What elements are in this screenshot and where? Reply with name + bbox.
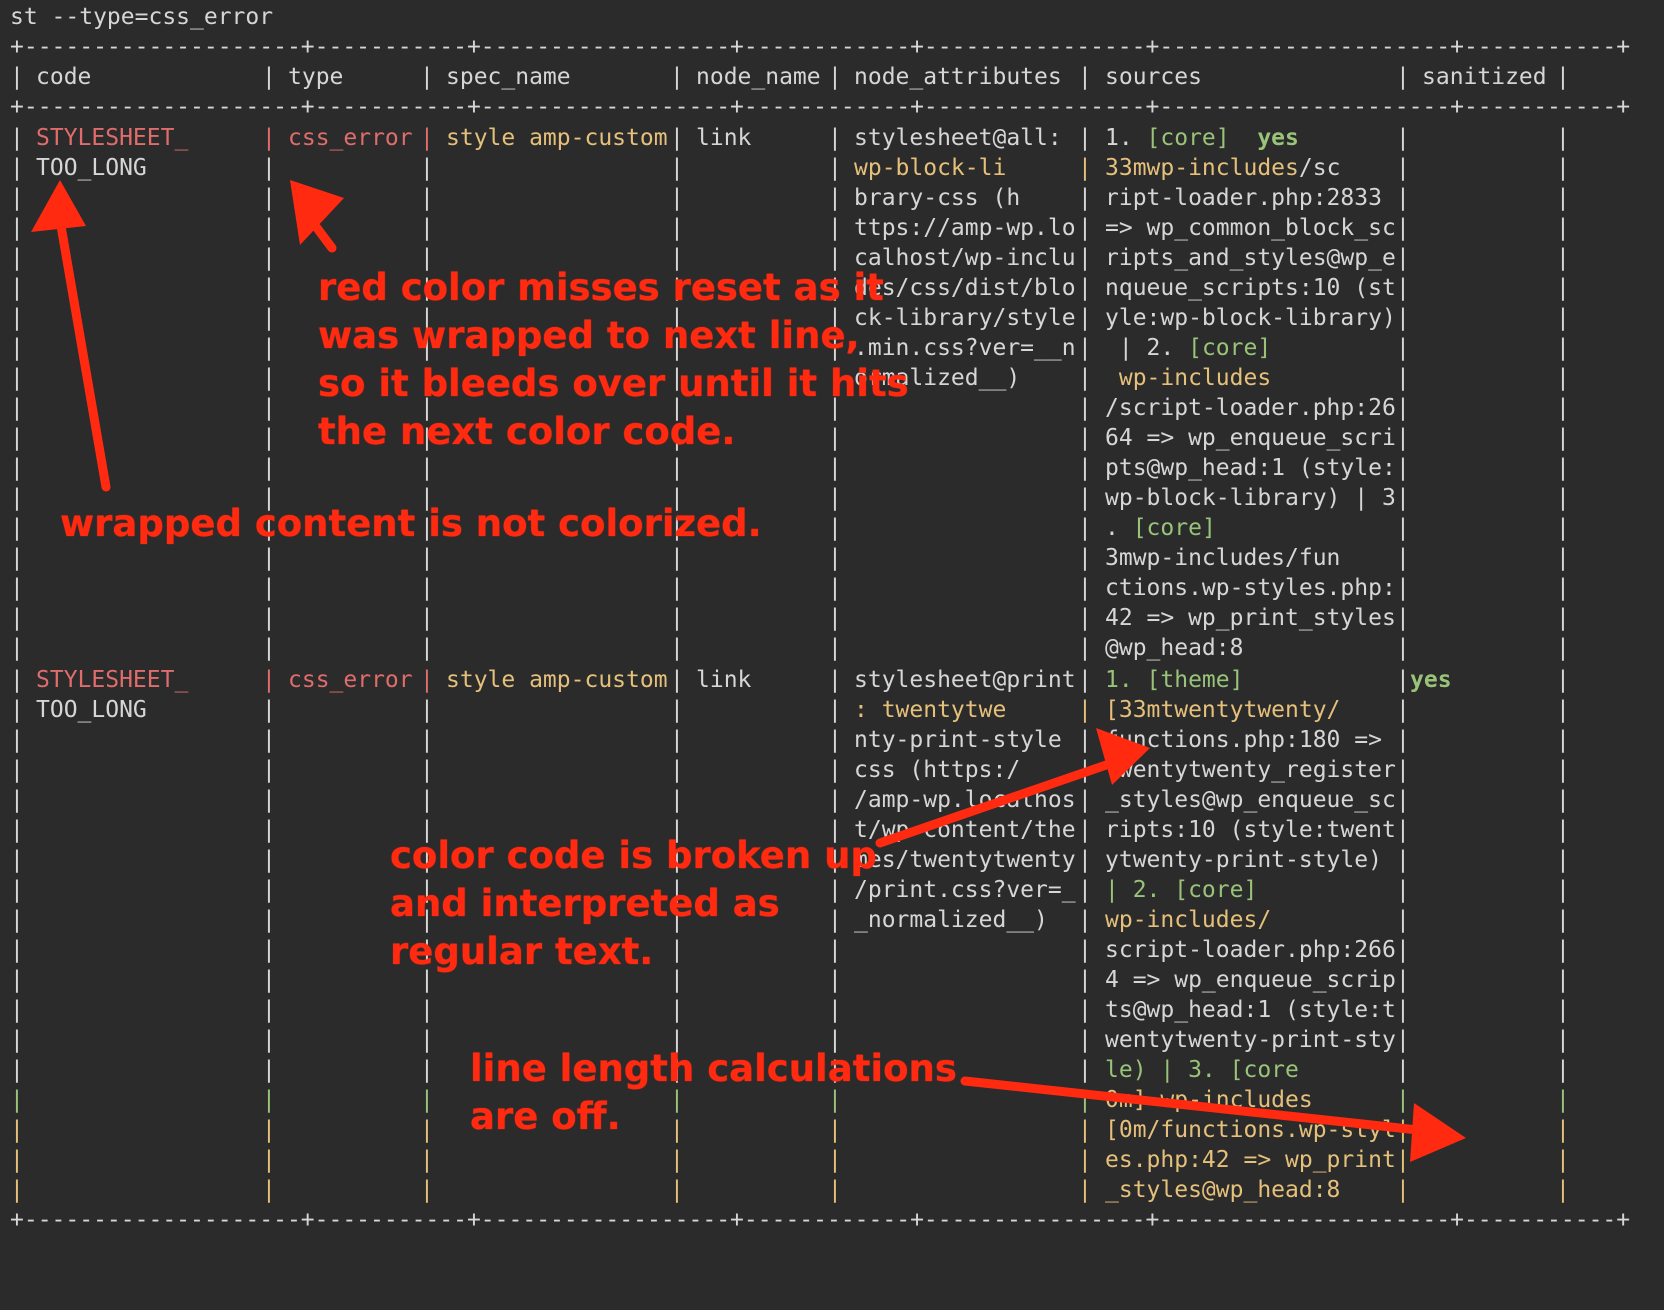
annotation-red-bleed: red color misses reset as it was wrapped… bbox=[318, 266, 909, 453]
arrowhead-broken-code bbox=[1096, 728, 1150, 785]
arrow-broken-code bbox=[875, 758, 1117, 848]
annotation-line-length: line length calculations are off. bbox=[470, 1047, 957, 1138]
arrowhead-line-length bbox=[1410, 1103, 1466, 1162]
arrow-not-colorized bbox=[55, 215, 111, 492]
annotation-not-colorized: wrapped content is not colorized. bbox=[60, 502, 762, 545]
annotation-broken-code: color code is broken up and interpreted … bbox=[390, 834, 877, 973]
arrow-line-length bbox=[960, 1076, 1423, 1135]
arrowhead-not-colorized bbox=[31, 180, 86, 232]
